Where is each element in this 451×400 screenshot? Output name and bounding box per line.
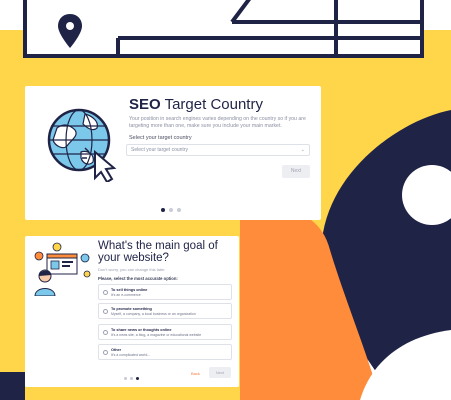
radio-icon[interactable]: [103, 290, 108, 295]
description-text: Your position in search engines varies d…: [129, 116, 306, 129]
step-dot-1: [124, 377, 127, 380]
radio-icon[interactable]: [103, 330, 108, 335]
option-desc: It's a complicated world...: [111, 353, 151, 357]
step-indicator: [161, 208, 181, 212]
country-select[interactable]: Select your target country ⌄: [126, 144, 310, 156]
seo-target-country-card: SEO Target Country Your position in sear…: [25, 86, 321, 220]
person-browser-illustration: [34, 242, 91, 296]
page-title: SEO Target Country: [129, 96, 263, 113]
option-desc: Myself, a company, a local business or a…: [111, 312, 196, 316]
map-header: [23, 0, 424, 58]
navy-block: [0, 372, 25, 400]
step-dot-1: [161, 208, 165, 212]
options-prompt: Please, select the most accurate option:: [98, 276, 178, 281]
step-indicator: [124, 377, 139, 380]
option-desc: It's a news site, a blog, a magazine or …: [111, 333, 202, 337]
step-dot-3: [136, 377, 139, 380]
option-title: Other: [111, 347, 122, 352]
option-title: To promote something: [111, 306, 152, 311]
goal-option-promote[interactable]: To promote something Myself, a company, …: [98, 303, 232, 319]
step-dot-2: [169, 208, 173, 212]
option-title: To share news or thoughts online: [111, 327, 172, 332]
select-placeholder: Select your target country: [131, 147, 188, 153]
subtitle-text: Don't worry, you can change this later.: [98, 267, 166, 272]
chevron-down-icon: ⌄: [300, 147, 305, 153]
step-dot-3: [177, 208, 181, 212]
option-title: To sell things online: [111, 287, 148, 292]
next-button[interactable]: Next: [282, 165, 310, 178]
website-goal-card: What's the main goal of your website? Do…: [25, 236, 239, 387]
globe-cursor-icon: [47, 108, 117, 182]
step-dot-2: [130, 377, 133, 380]
goal-option-sell[interactable]: To sell things online It's an e-commerce: [98, 284, 232, 300]
next-button[interactable]: Next: [209, 367, 231, 378]
radio-icon[interactable]: [103, 350, 108, 355]
page-title: What's the main goal of your website?: [98, 240, 218, 264]
back-button[interactable]: Back: [191, 371, 200, 376]
goal-option-other[interactable]: Other It's a complicated world...: [98, 344, 232, 360]
radio-icon[interactable]: [103, 309, 108, 314]
option-desc: It's an e-commerce: [111, 293, 141, 297]
goal-option-share[interactable]: To share news or thoughts online It's a …: [98, 324, 232, 340]
select-label: Select your target country: [129, 135, 192, 141]
